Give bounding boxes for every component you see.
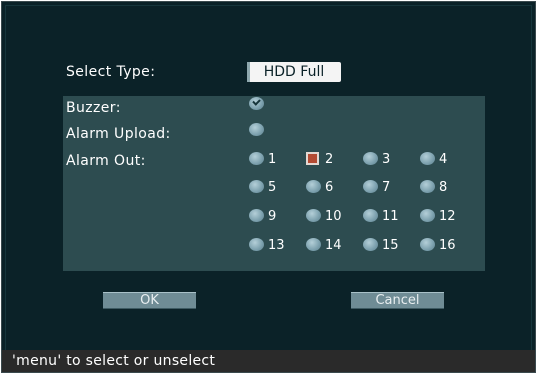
status-bar: 'menu' to select or unselect [2,350,535,372]
alarm-out-channel-2-checkbox[interactable] [306,152,319,165]
alarm-out-channel-10-label: 10 [325,209,342,224]
alarm-out-channel-7-label: 7 [382,180,391,195]
alarm-out-channel-14-label: 14 [325,238,342,253]
alarm-out-channel-4-checkbox[interactable] [420,152,435,165]
alarm-out-channel-7-checkbox[interactable] [363,180,378,193]
alarm-out-channel-12-checkbox[interactable] [420,209,435,222]
alarm-out-channel-6-checkbox[interactable] [306,180,321,193]
ok-button[interactable]: OK [103,292,196,309]
alarm-out-channel-3-checkbox[interactable] [363,152,378,165]
cancel-button[interactable]: Cancel [351,292,444,309]
alarm-out-channel-8-label: 8 [439,180,448,195]
dialog-frame: Select Type: HDD Full Buzzer: Alarm Uplo… [1,1,536,373]
alarm-out-channel-15-checkbox[interactable] [363,238,378,251]
alarm-out-channel-8-checkbox[interactable] [420,180,435,193]
alarm-out-channel-11-checkbox[interactable] [363,209,378,222]
alarm-out-channel-12-label: 12 [439,209,456,224]
alarm-out-channel-13-checkbox[interactable] [249,238,264,251]
alarm-out-channel-5-checkbox[interactable] [249,180,264,193]
alarm-out-channel-5-label: 5 [268,180,277,195]
alarm-out-channel-15-label: 15 [382,238,399,253]
alarm-out-channel-2-label: 2 [325,152,334,167]
alarm-out-channel-16-label: 16 [439,238,456,253]
alarm-out-channel-4-label: 4 [439,152,448,167]
alarm-out-channel-9-checkbox[interactable] [249,209,264,222]
alarm-out-channel-16-checkbox[interactable] [420,238,435,251]
status-hint-text: 'menu' to select or unselect [12,353,216,369]
alarm-out-channel-3-label: 3 [382,152,391,167]
buzzer-checkbox[interactable] [249,97,264,110]
alarm-upload-label: Alarm Upload: [66,126,171,142]
alarm-out-channel-14-checkbox[interactable] [306,238,321,251]
alarm-out-channel-6-label: 6 [325,180,334,195]
alarm-out-channel-1-label: 1 [268,152,277,167]
select-type-dropdown[interactable]: HDD Full [247,62,341,82]
alarm-out-channel-9-label: 9 [268,209,277,224]
alarm-out-channel-11-label: 11 [382,209,399,224]
alarm-out-channel-13-label: 13 [268,238,285,253]
alarm-upload-checkbox[interactable] [249,123,264,136]
alarm-out-channel-10-checkbox[interactable] [306,209,321,222]
buzzer-label: Buzzer: [66,100,121,116]
alarm-out-channel-1-checkbox[interactable] [249,152,264,165]
alarm-out-label: Alarm Out: [66,153,146,169]
select-type-label: Select Type: [66,64,156,80]
